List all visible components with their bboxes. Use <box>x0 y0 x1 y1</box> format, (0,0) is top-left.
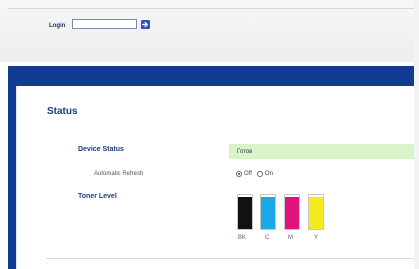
refresh-on-option[interactable]: On <box>256 171 273 177</box>
toner-c-label: C <box>265 235 270 241</box>
page-title: Status <box>47 106 78 117</box>
toner-bk-label: BK <box>238 235 247 241</box>
login-label: Login <box>49 23 66 29</box>
device-status-label: Device Status <box>78 146 124 153</box>
auto-refresh-label: Automatic Refresh <box>94 171 144 177</box>
toner-level-label: Toner Level <box>78 193 117 200</box>
toner-c <box>260 194 276 230</box>
device-status-value: Готов <box>229 144 419 159</box>
radio-selected-dot <box>238 173 240 175</box>
toner-bk-fill <box>238 196 252 229</box>
login-input[interactable] <box>72 19 137 29</box>
toner-bk <box>237 194 253 230</box>
header-bar <box>0 0 419 62</box>
printer-status-page: Login Status Device Status Готов Automat… <box>0 0 419 269</box>
toner-y-label: Y <box>314 235 319 241</box>
navigation-bar <box>8 66 419 86</box>
window-edge <box>414 0 419 269</box>
refresh-off-label: Off <box>244 171 252 177</box>
toner-y <box>308 194 324 230</box>
sidebar-strip <box>8 66 16 269</box>
auto-refresh-options: Off On <box>236 168 273 180</box>
arrow-right-icon <box>142 21 148 28</box>
toner-m <box>284 194 300 230</box>
toner-m-fill <box>285 196 299 229</box>
toner-m-label: M <box>288 235 293 241</box>
login-button[interactable] <box>141 20 150 29</box>
device-status-text: Готов <box>237 148 253 155</box>
refresh-off-option[interactable]: Off <box>236 171 252 177</box>
toner-c-fill <box>261 196 275 229</box>
refresh-on-label: On <box>264 171 273 177</box>
header-divider <box>8 8 419 9</box>
refresh-on-radio[interactable] <box>256 171 263 177</box>
section-divider <box>46 258 419 259</box>
toner-y-fill <box>309 196 323 229</box>
refresh-off-radio[interactable] <box>236 171 242 177</box>
